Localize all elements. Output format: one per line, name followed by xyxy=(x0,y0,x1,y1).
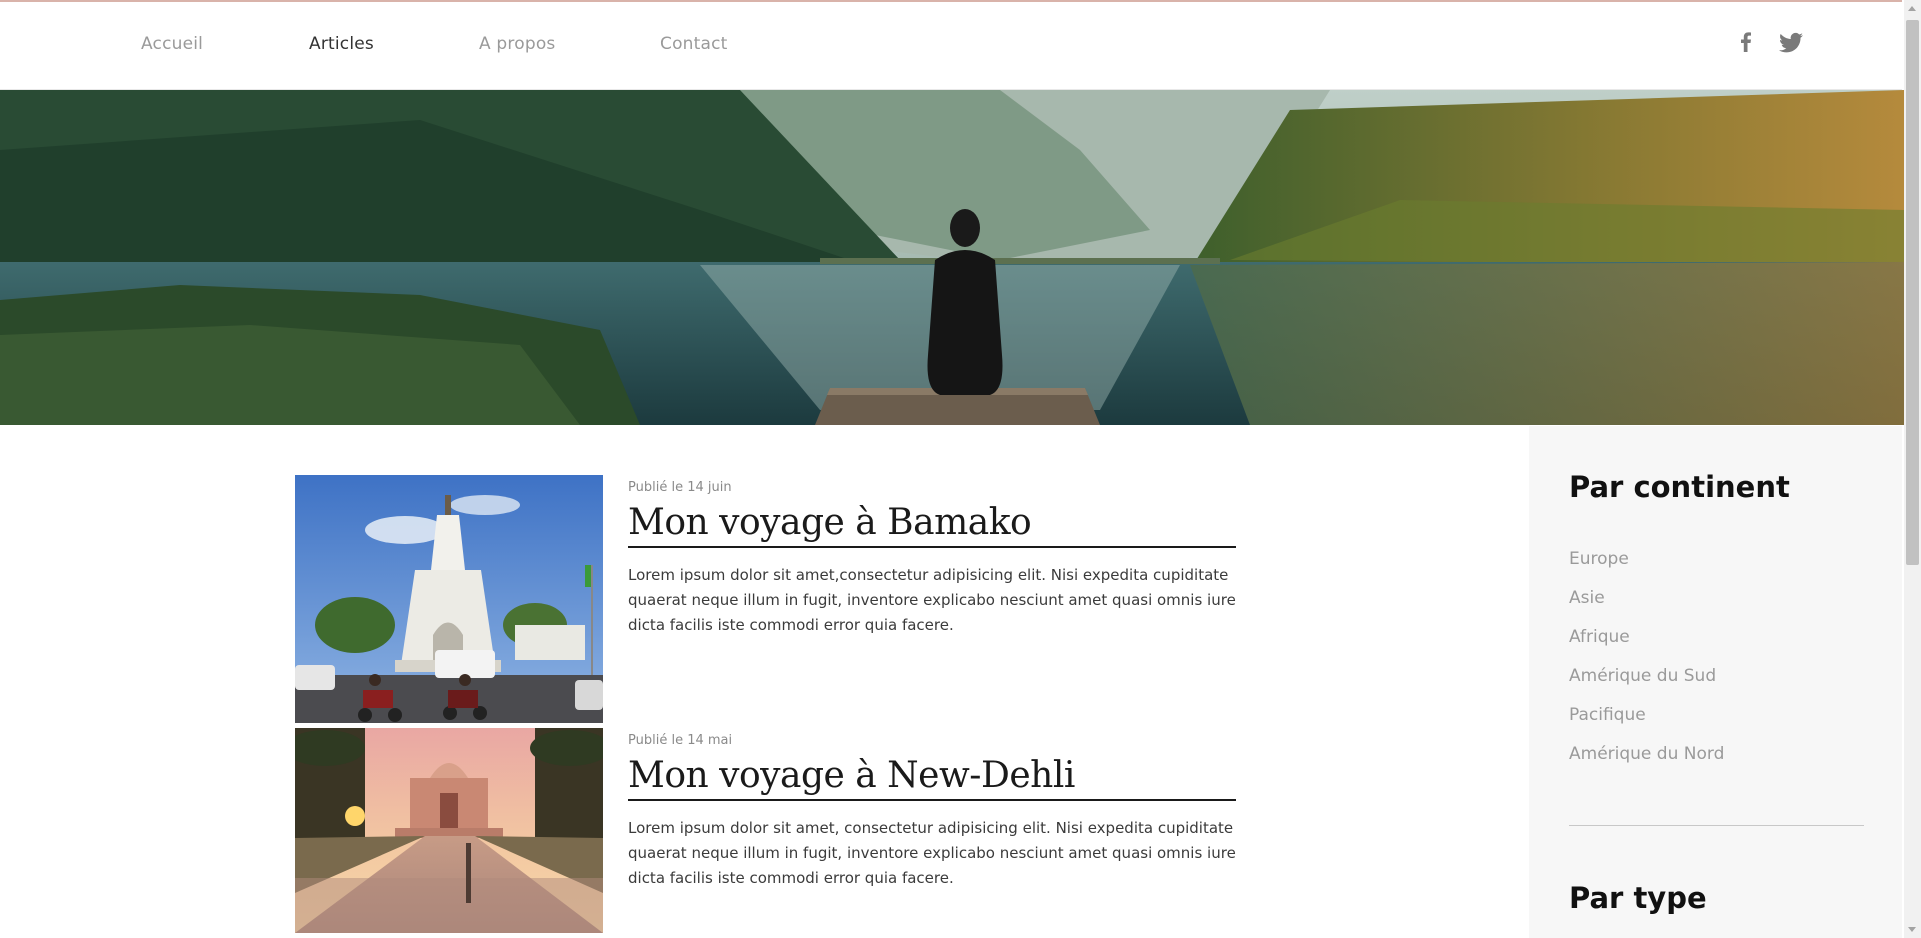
continent-item-europe[interactable]: Europe xyxy=(1569,548,1724,587)
article-date: Publié le 14 mai xyxy=(628,733,733,748)
page-scrollbar[interactable] xyxy=(1904,0,1921,938)
hero-banner-image xyxy=(0,90,1904,425)
sidebar-filters: Par continent Europe Asie Afrique Amériq… xyxy=(1529,426,1902,938)
nav-contact[interactable]: Contact xyxy=(660,34,728,54)
scroll-up-arrow-icon[interactable] xyxy=(1908,6,1916,11)
social-links xyxy=(1702,2,1902,89)
scroll-down-arrow-icon[interactable] xyxy=(1908,927,1916,932)
article-thumbnail-bamako[interactable] xyxy=(295,475,603,723)
continent-item-amerique-du-sud[interactable]: Amérique du Sud xyxy=(1569,665,1724,704)
article-title[interactable]: Mon voyage à New-Dehli xyxy=(628,754,1236,802)
nav-articles[interactable]: Articles xyxy=(309,34,374,54)
article-card[interactable]: Publié le 14 mai Mon voyage à New-Dehli … xyxy=(295,728,1236,938)
article-thumbnail-new-dehli[interactable] xyxy=(295,728,603,933)
site-header: Accueil Articles A propos Contact xyxy=(0,2,1902,90)
article-card[interactable]: Publié le 14 juin Mon voyage à Bamako Lo… xyxy=(295,475,1236,725)
sidebar-divider xyxy=(1569,825,1864,826)
continent-item-pacifique[interactable]: Pacifique xyxy=(1569,704,1724,743)
article-excerpt: Lorem ipsum dolor sit amet,consectetur a… xyxy=(628,566,1236,634)
scrollbar-thumb[interactable] xyxy=(1906,20,1919,565)
nav-a-propos[interactable]: A propos xyxy=(479,34,556,54)
type-heading: Par type xyxy=(1569,881,1707,915)
continent-item-afrique[interactable]: Afrique xyxy=(1569,626,1724,665)
nav-accueil[interactable]: Accueil xyxy=(141,34,203,54)
continent-item-amerique-du-nord[interactable]: Amérique du Nord xyxy=(1569,743,1724,782)
article-title[interactable]: Mon voyage à Bamako xyxy=(628,501,1236,549)
article-date: Publié le 14 juin xyxy=(628,480,732,495)
facebook-icon[interactable] xyxy=(1732,28,1760,56)
continent-item-asie[interactable]: Asie xyxy=(1569,587,1724,626)
continent-list: Europe Asie Afrique Amérique du Sud Paci… xyxy=(1569,548,1724,782)
article-excerpt: Lorem ipsum dolor sit amet, consectetur … xyxy=(628,819,1236,887)
continent-heading: Par continent xyxy=(1569,470,1790,504)
twitter-icon[interactable] xyxy=(1777,28,1805,56)
main-nav: Accueil Articles A propos Contact xyxy=(0,2,900,89)
